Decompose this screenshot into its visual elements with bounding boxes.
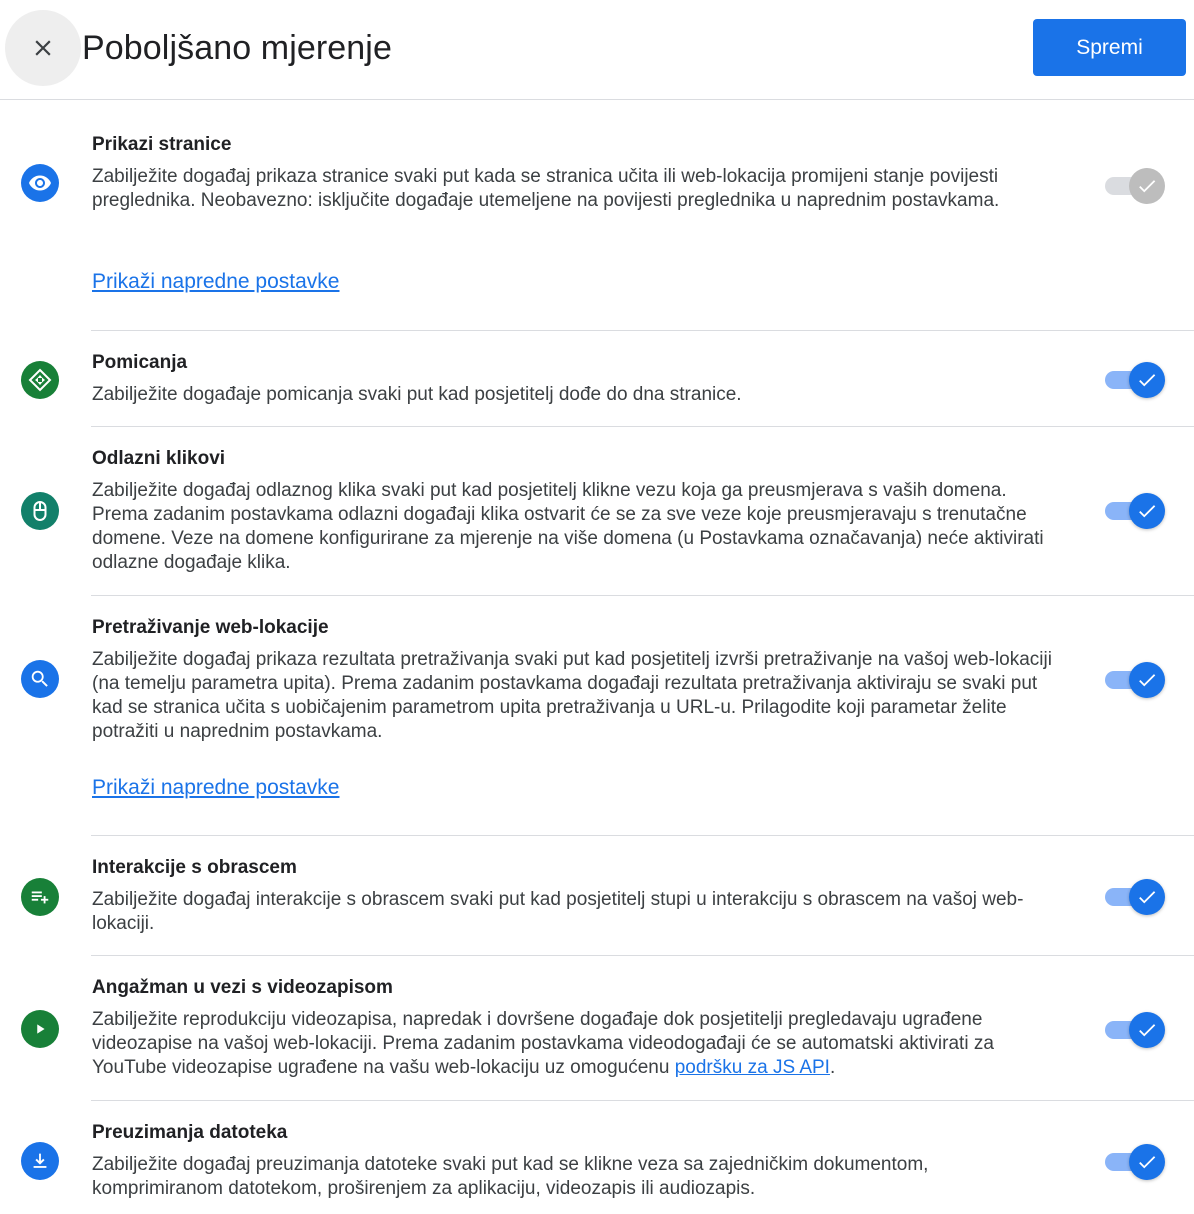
section-title: Angažman u vezi s videozapisom [92,977,393,998]
save-button[interactable]: Spremi [1033,19,1186,76]
check-icon [1129,362,1165,398]
check-icon [1129,879,1165,915]
advanced-settings-link[interactable]: Prikaži napredne postavke [92,269,339,295]
section-description: Zabilježite događaje pomicanja svaki put… [92,384,742,405]
js-api-link[interactable]: podršku za JS API [675,1057,830,1078]
section-description: Zabilježite događaj interakcije s obrasc… [92,889,1024,934]
section-description: Zabilježite događaj preuzimanja datoteke… [92,1154,929,1199]
section-title: Prikazi stranice [92,134,232,155]
advanced-settings-link[interactable]: Prikaži napredne postavke [92,775,339,801]
divider [91,426,1194,427]
site-search-toggle[interactable] [1105,662,1165,698]
divider [91,595,1194,596]
file-downloads-toggle[interactable] [1105,1144,1165,1180]
divider [91,955,1194,956]
download-icon [21,1142,59,1180]
play-icon [21,1010,59,1048]
section-title: Preuzimanja datoteka [92,1122,288,1143]
eye-icon [21,164,59,202]
section-title: Interakcije s obrascem [92,857,297,878]
divider [91,1100,1194,1101]
mouse-icon [21,492,59,530]
section-title: Pretraživanje web-lokacije [92,617,329,638]
description-text-end: . [829,1057,836,1078]
close-button[interactable] [5,10,81,86]
header: Poboljšano mjerenje Spremi [0,0,1194,100]
section-title: Pomicanja [92,352,188,373]
search-icon [21,660,59,698]
page-views-toggle[interactable] [1105,168,1165,204]
scrolls-toggle[interactable] [1105,362,1165,398]
form-add-icon [21,878,59,916]
check-icon [1129,662,1165,698]
check-icon [1129,1012,1165,1048]
section-description: Zabilježite događaj odlaznog klika svaki… [92,480,1044,573]
check-icon [1129,168,1165,204]
section-title: Odlazni klikovi [92,448,226,469]
scroll-icon [21,361,59,399]
check-icon [1129,493,1165,529]
divider [91,330,1194,331]
page-title: Poboljšano mjerenje [82,29,392,67]
video-engagement-toggle[interactable] [1105,1012,1165,1048]
outbound-clicks-toggle[interactable] [1105,493,1165,529]
form-interactions-toggle[interactable] [1105,879,1165,915]
divider [91,835,1194,836]
section-description: Zabilježite događaj prikaza stranice sva… [92,166,1000,211]
close-icon [35,40,51,56]
check-icon [1129,1144,1165,1180]
section-description: Zabilježite reprodukciju videozapisa, na… [92,1008,1052,1080]
description-text: Zabilježite reprodukciju videozapisa, na… [92,1009,994,1078]
section-description: Zabilježite događaj prikaza rezultata pr… [92,649,1052,742]
